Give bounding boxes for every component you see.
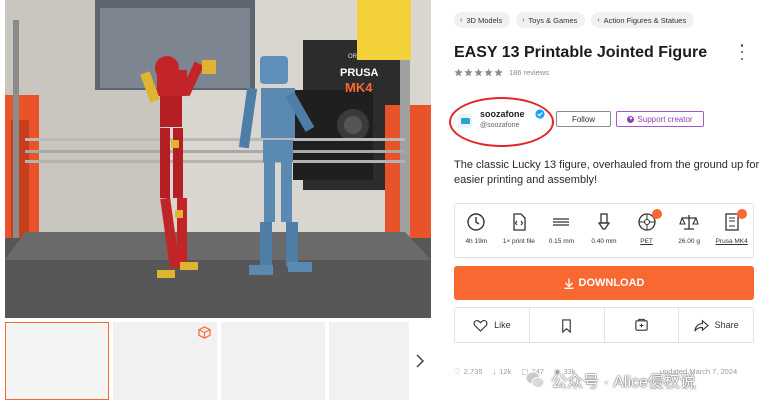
collection-icon [635, 318, 648, 331]
chevron-left-icon: ‹ [597, 16, 600, 24]
spec-value[interactable]: PET [640, 238, 653, 245]
nozzle-icon [597, 213, 611, 230]
breadcrumb-item-toys-games[interactable]: ‹ Toys & Games [516, 12, 586, 28]
creator-name[interactable]: soozafone [480, 109, 525, 119]
star-icon [464, 68, 473, 77]
heart-outline-icon: ♡ [454, 367, 461, 376]
photo-printer-model-label: MK4 [345, 80, 373, 95]
3d-model-icon [198, 326, 211, 339]
shop-badge-icon [736, 209, 747, 219]
share-label: Share [714, 320, 739, 330]
spec-layer-height: 0.15 mm [542, 212, 580, 245]
download-small-icon: ↓ [492, 367, 497, 376]
verified-badge-icon [535, 109, 545, 119]
breadcrumb-label: Toys & Games [528, 15, 578, 25]
support-creator-button[interactable]: ♥ Support creator [616, 111, 704, 127]
likes-count: ♡ 2,735 [454, 367, 483, 376]
star-icon [494, 68, 503, 77]
heart-icon [473, 319, 488, 332]
spec-value: 4h 19m [465, 238, 488, 245]
watermark-text: 公众号 · Alice侵权说 [551, 374, 696, 391]
spec-print-files: 1× print file [500, 212, 538, 245]
breadcrumb-item-action-figures[interactable]: ‹ Action Figures & Statues [591, 12, 695, 28]
spec-material[interactable]: PET [628, 209, 666, 245]
rating[interactable]: 186 reviews [454, 68, 549, 77]
star-rating [454, 68, 503, 77]
clock-icon [467, 213, 485, 231]
more-options-icon[interactable] [738, 44, 746, 60]
chevron-left-icon: ‹ [522, 16, 525, 24]
hero-photo[interactable]: ORIGINAL PRUSA MK4 [5, 0, 431, 318]
like-label: Like [494, 320, 511, 330]
like-button[interactable]: Like [455, 308, 530, 342]
star-icon [454, 68, 463, 77]
bookmark-icon [562, 318, 571, 333]
action-bar: Like Share [454, 307, 754, 343]
breadcrumb-item-3d-models[interactable]: ‹ 3D Models [454, 12, 511, 28]
spec-print-time: 4h 19m [457, 212, 495, 245]
watermark: 公众号 · Alice侵权说 [525, 368, 696, 392]
spec-value: 0.40 mm [591, 238, 617, 245]
downloads-count: ↓ 12k [493, 367, 512, 376]
star-icon [474, 68, 483, 77]
downloads-value: 12k [499, 367, 512, 376]
spec-nozzle: 0.40 mm [585, 212, 623, 245]
thumbnail-next-button[interactable] [409, 322, 431, 400]
download-label: DOWNLOAD [578, 277, 645, 289]
spec-value: 26.00 g [678, 238, 700, 245]
thumbnail-2[interactable] [113, 322, 217, 400]
chevron-left-icon: ‹ [460, 16, 463, 24]
add-to-collection-button[interactable] [605, 308, 680, 342]
thumbnail-4[interactable] [329, 322, 409, 400]
shop-badge-icon [651, 209, 662, 219]
thumbnail-3[interactable] [221, 322, 325, 400]
model-description: The classic Lucky 13 figure, overhauled … [454, 159, 760, 186]
support-creator-label: Support creator [637, 114, 693, 124]
share-button[interactable]: Share [679, 308, 753, 342]
heart-icon: ♥ [627, 115, 635, 123]
photo-printer-brand-label: PRUSA [340, 67, 379, 79]
layer-height-icon [553, 218, 570, 226]
follow-button[interactable]: Follow [556, 111, 611, 127]
share-icon [693, 319, 709, 331]
chevron-right-icon [416, 354, 425, 368]
page-title: EASY 13 Printable Jointed Figure [454, 44, 708, 61]
download-button[interactable]: DOWNLOAD [454, 266, 754, 300]
breadcrumb-label: Action Figures & Statues [603, 15, 687, 25]
thumbnail-1[interactable] [5, 322, 109, 400]
review-count[interactable]: 186 reviews [509, 68, 549, 77]
file-code-icon [513, 213, 526, 231]
spec-printer[interactable]: Prusa MK4 [713, 209, 751, 245]
wechat-icon [525, 371, 545, 388]
breadcrumb: ‹ 3D Models ‹ Toys & Games ‹ Action Figu… [454, 12, 695, 28]
scale-icon [679, 215, 699, 230]
avatar[interactable] [458, 114, 472, 128]
spec-value: 1× print file [502, 238, 535, 245]
download-icon [564, 278, 573, 289]
media-gallery: ORIGINAL PRUSA MK4 [0, 0, 436, 410]
bookmark-button[interactable] [530, 308, 605, 342]
star-icon [484, 68, 493, 77]
model-details: ‹ 3D Models ‹ Toys & Games ‹ Action Figu… [448, 0, 766, 410]
spec-weight: 26.00 g [670, 212, 708, 245]
spec-value[interactable]: Prusa MK4 [716, 238, 748, 245]
spec-value: 0.15 mm [548, 238, 575, 245]
creator-block: soozafone @soozafone Follow ♥ Support cr… [449, 97, 764, 147]
thumbnail-strip [5, 322, 431, 402]
likes-value: 2,735 [463, 367, 483, 376]
creator-handle: @soozafone [480, 122, 520, 129]
breadcrumb-label: 3D Models [466, 15, 503, 25]
print-specs: 4h 19m 1× print file 0.15 mm 0.40 mm PET… [454, 203, 754, 258]
